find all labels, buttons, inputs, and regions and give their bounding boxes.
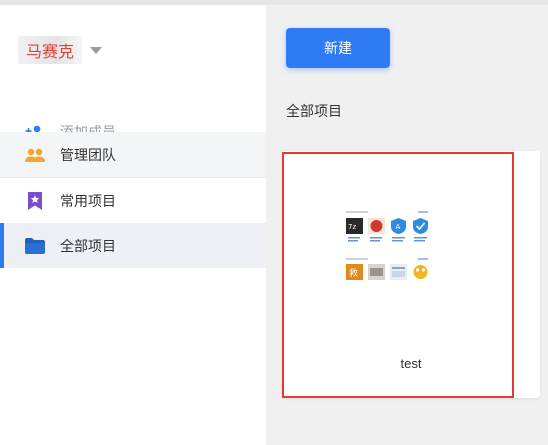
project-thumbnail: 7z A 救 bbox=[344, 208, 432, 286]
svg-text:救: 救 bbox=[349, 267, 358, 279]
sidebar: 马赛克 添加成员 管理团队 bbox=[0, 5, 266, 445]
svg-text:A: A bbox=[396, 223, 401, 231]
folder-icon bbox=[24, 235, 46, 257]
team-icon bbox=[24, 144, 46, 166]
main-panel: 新建 全部项目 7z A 救 test bbox=[266, 5, 548, 445]
sidebar-item-all-projects[interactable]: 全部项目 bbox=[0, 223, 266, 268]
caret-down-icon[interactable] bbox=[90, 46, 103, 54]
sidebar-item-label: 管理团队 bbox=[60, 146, 116, 163]
sidebar-item-label: 全部项目 bbox=[60, 237, 116, 254]
project-card[interactable]: 7z A 救 test bbox=[282, 151, 540, 398]
workspace-name: 马赛克 bbox=[18, 36, 83, 64]
new-project-button[interactable]: 新建 bbox=[286, 28, 390, 68]
project-name: test bbox=[400, 356, 422, 371]
section-title: 全部项目 bbox=[286, 103, 342, 119]
svg-text:7z: 7z bbox=[348, 223, 356, 231]
bookmark-star-icon bbox=[24, 190, 46, 212]
sidebar-item-manage-team[interactable]: 管理团队 bbox=[0, 132, 266, 177]
workspace-switcher[interactable]: 马赛克 bbox=[18, 33, 128, 67]
sidebar-item-label: 常用项目 bbox=[60, 192, 116, 209]
active-indicator bbox=[0, 223, 4, 268]
sidebar-item-favorite-projects[interactable]: 常用项目 bbox=[0, 178, 266, 223]
